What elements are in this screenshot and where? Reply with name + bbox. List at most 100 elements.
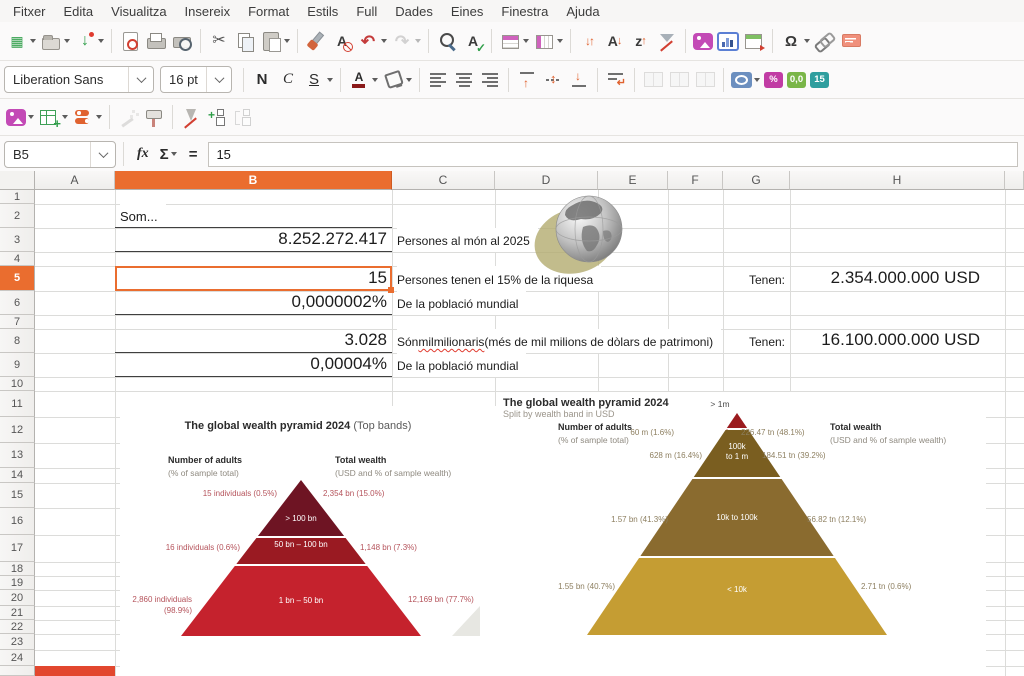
column-header-C[interactable]: C [392, 171, 495, 190]
autosum-button[interactable]: Σ [155, 146, 182, 163]
font-size-select[interactable]: 16 pt [160, 66, 232, 93]
row-header-6[interactable]: 6 [0, 291, 35, 315]
menu-estils[interactable]: Estils [298, 1, 347, 22]
row-header-16[interactable]: 16 [0, 508, 35, 535]
column-header-H[interactable]: H [790, 171, 1005, 190]
clear-formatting-icon[interactable]: A [329, 30, 355, 53]
open-icon[interactable] [38, 30, 72, 53]
row-header-14[interactable]: 14 [0, 468, 35, 483]
row-header-12[interactable]: 12 [0, 417, 35, 443]
row-header-4[interactable]: 4 [0, 252, 35, 266]
menu-full[interactable]: Full [347, 1, 386, 22]
menu-dades[interactable]: Dades [386, 1, 442, 22]
row-header-1[interactable]: 1 [0, 190, 35, 204]
export-pdf-icon[interactable] [117, 30, 143, 53]
font-color-icon[interactable]: A [346, 68, 380, 91]
row-header-22[interactable]: 22 [0, 620, 35, 634]
save-icon[interactable]: ↓ [72, 30, 106, 53]
cell-B9[interactable]: 0,00004% [117, 353, 387, 377]
row-header-9[interactable]: 9 [0, 353, 35, 377]
column-header-E[interactable]: E [598, 171, 668, 190]
special-character-icon[interactable]: Ω [778, 30, 812, 53]
formula-input[interactable]: 15 [208, 142, 1018, 167]
print-icon[interactable] [143, 30, 169, 53]
row-header-11[interactable]: 11 [0, 391, 35, 417]
row-header-25[interactable] [0, 666, 35, 676]
cut-icon[interactable]: ✂ [206, 30, 232, 53]
cell-C3[interactable]: Persones al món al 2025 [397, 228, 538, 252]
cell-B8[interactable]: 3.028 [117, 329, 387, 353]
find-replace-icon[interactable] [434, 30, 460, 53]
row-header-15[interactable]: 15 [0, 483, 35, 508]
wealth-pyramid-chart-wealth-bands[interactable]: The global wealth pyramid 2024Split by w… [498, 392, 986, 676]
form-controls-icon[interactable] [70, 106, 104, 129]
font-size-select-dropdown[interactable] [206, 67, 231, 92]
insert-image-icon[interactable] [4, 108, 36, 127]
cell-B6[interactable]: 0,0000002% [117, 291, 387, 315]
row-header-7[interactable]: 7 [0, 315, 35, 329]
align-center-icon[interactable] [451, 68, 477, 91]
cell-C9[interactable]: De la població mundial [397, 353, 526, 377]
row-header-18[interactable]: 18 [0, 562, 35, 576]
currency-format-icon[interactable] [729, 71, 762, 89]
select-all-corner[interactable] [0, 171, 35, 190]
cell-H8[interactable]: 16.100.000.000 USD [792, 329, 980, 353]
group-icon[interactable] [204, 106, 230, 129]
pivot-table-icon[interactable] [741, 30, 767, 53]
align-right-icon[interactable] [477, 68, 503, 91]
row-header-10[interactable]: 10 [0, 377, 35, 391]
highlight-color-icon[interactable] [380, 68, 414, 91]
row-header-5[interactable]: 5 [0, 266, 35, 291]
cell-B3[interactable]: 8.252.272.417 [117, 228, 387, 252]
underline-icon[interactable]: S [301, 68, 335, 91]
wrap-text-icon[interactable] [603, 68, 629, 91]
formula-button[interactable]: = [182, 146, 205, 163]
columns-icon[interactable] [531, 30, 565, 53]
sort-descending-icon[interactable]: z↑ [628, 30, 654, 53]
date-format-icon[interactable]: 15 [808, 71, 831, 89]
menu-edita[interactable]: Edita [55, 1, 103, 22]
hyperlink-icon[interactable] [812, 30, 838, 53]
column-header-D[interactable]: D [495, 171, 598, 190]
wealth-pyramid-chart-top-bands[interactable]: The global wealth pyramid 2024 (Top band… [120, 406, 498, 676]
globe-image[interactable] [533, 191, 629, 280]
paste-icon[interactable] [258, 30, 292, 53]
menu-visualitza[interactable]: Visualitza [102, 1, 175, 22]
row-header-8[interactable]: 8 [0, 329, 35, 353]
align-top-icon[interactable] [514, 68, 540, 91]
align-left-icon[interactable] [425, 68, 451, 91]
column-header-partial[interactable] [1005, 171, 1024, 190]
selected-cell-outline[interactable] [115, 266, 392, 291]
print-preview-icon[interactable] [169, 30, 195, 53]
function-wizard-button[interactable]: fx [131, 146, 155, 162]
cell-A25[interactable] [35, 666, 115, 676]
rows-icon[interactable] [497, 30, 531, 53]
row-header-20[interactable]: 20 [0, 590, 35, 606]
bold-icon[interactable]: N [249, 68, 275, 91]
number-format-icon[interactable]: 0,0 [785, 71, 808, 89]
comment-icon[interactable] [838, 30, 864, 53]
copy-icon[interactable] [232, 30, 258, 53]
menu-ajuda[interactable]: Ajuda [557, 1, 608, 22]
selection-fill-handle[interactable] [388, 287, 394, 293]
draw-functions-icon[interactable] [178, 106, 204, 129]
autofilter-icon[interactable] [654, 30, 680, 53]
menu-finestra[interactable]: Finestra [492, 1, 557, 22]
cell-C6[interactable]: De la població mundial [397, 291, 526, 315]
clone-formatting-icon[interactable] [303, 30, 329, 53]
menu-format[interactable]: Format [239, 1, 298, 22]
cell-G8[interactable]: Tenen: [725, 329, 785, 353]
menu-fitxer[interactable]: Fitxer [4, 1, 55, 22]
cell-H5[interactable]: 2.354.000.000 USD [792, 266, 980, 291]
cell-G5[interactable]: Tenen: [725, 266, 785, 291]
spelling-icon[interactable]: A [460, 30, 486, 53]
column-header-B[interactable]: B [115, 171, 392, 190]
menu-eines[interactable]: Eines [442, 1, 493, 22]
new-spreadsheet-icon[interactable]: ▦ [4, 30, 38, 53]
row-header-3[interactable]: 3 [0, 228, 35, 252]
center-vertically-icon[interactable] [540, 68, 566, 91]
column-header-G[interactable]: G [723, 171, 790, 190]
font-name-select[interactable]: Liberation Sans [4, 66, 154, 93]
paint-roller-icon[interactable] [141, 106, 167, 129]
row-header-19[interactable]: 19 [0, 576, 35, 590]
